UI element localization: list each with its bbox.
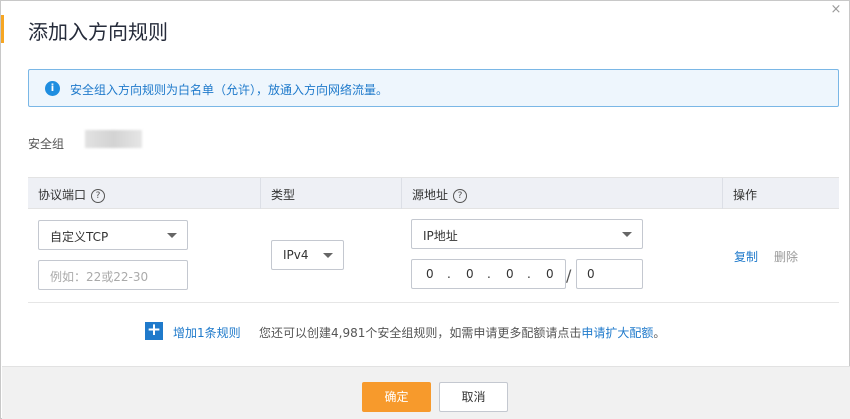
header-type: 类型 — [271, 188, 296, 202]
header-actions: 操作 — [733, 188, 758, 202]
ip-dot: . — [447, 267, 451, 281]
ok-button[interactable]: 确定 — [362, 382, 431, 412]
info-notice: i 安全组入方向规则为白名单（允许），放通入方向网络流量。 — [28, 69, 839, 107]
chevron-down-icon — [323, 253, 333, 258]
cidr-slash: / — [566, 266, 572, 285]
quota-tip: 您还可以创建4,981个安全组规则，如需申请更多配额请点击申请扩大配额。 — [259, 324, 665, 341]
source-type-select[interactable]: IP地址 — [411, 219, 643, 249]
security-group-label: 安全组 — [28, 137, 65, 151]
ip-address-input[interactable]: 0 . 0 . 0 . 0 — [411, 259, 566, 289]
close-icon[interactable]: × — [829, 3, 843, 17]
ip-octet-1[interactable]: 0 — [426, 267, 434, 281]
header-source-label: 源地址 — [412, 188, 449, 202]
info-icon: i — [45, 81, 60, 96]
request-quota-link[interactable]: 申请扩大配额 — [581, 326, 653, 340]
title-accent-bar — [1, 15, 4, 43]
ip-dot: . — [527, 267, 531, 281]
column-separator — [260, 178, 261, 209]
quota-tip-end: 。 — [653, 326, 666, 340]
rule-table-header: 协议端口? 类型 源地址? 操作 — [28, 177, 839, 209]
header-protocol-port: 协议端口? — [38, 186, 106, 203]
help-icon[interactable]: ? — [453, 188, 468, 203]
header-protocol-port-label: 协议端口 — [38, 188, 87, 202]
port-input-placeholder: 例如：22或22-30 — [50, 270, 149, 284]
table-row-divider — [28, 302, 839, 303]
add-icon[interactable]: + — [145, 322, 163, 340]
add-inbound-rule-dialog: 添加入方向规则 × i 安全组入方向规则为白名单（允许），放通入方向网络流量。 … — [0, 0, 850, 419]
source-type-select-value: IP地址 — [423, 229, 458, 243]
ip-dot: . — [487, 267, 491, 281]
chevron-down-icon — [622, 232, 632, 237]
column-separator — [401, 178, 402, 209]
cancel-button[interactable]: 取消 — [439, 382, 508, 412]
add-rule-link[interactable]: 增加1条规则 — [173, 324, 241, 341]
help-icon[interactable]: ? — [91, 188, 106, 203]
ip-type-select[interactable]: IPv4 — [271, 240, 344, 270]
mask-input-value: 0 — [587, 267, 595, 281]
info-notice-text: 安全组入方向规则为白名单（允许），放通入方向网络流量。 — [70, 83, 389, 97]
copy-rule-link[interactable]: 复制 — [734, 248, 758, 265]
ip-octet-3[interactable]: 0 — [506, 267, 514, 281]
header-source: 源地址? — [412, 186, 468, 203]
chevron-down-icon — [167, 233, 177, 238]
column-separator — [722, 178, 723, 209]
ip-octet-4[interactable]: 0 — [546, 267, 554, 281]
protocol-select[interactable]: 自定义TCP — [38, 220, 188, 250]
ip-octet-2[interactable]: 0 — [466, 267, 474, 281]
protocol-select-value: 自定义TCP — [50, 230, 109, 244]
ip-type-select-value: IPv4 — [283, 248, 309, 262]
dialog-title: 添加入方向规则 — [28, 20, 168, 44]
dialog-footer: 确定 取消 — [2, 366, 850, 419]
quota-tip-text: 您还可以创建4,981个安全组规则，如需申请更多配额请点击 — [259, 326, 582, 340]
port-input[interactable]: 例如：22或22-30 — [38, 260, 188, 290]
delete-rule-link[interactable]: 删除 — [774, 248, 798, 265]
mask-input[interactable]: 0 — [576, 259, 643, 289]
security-group-value-redacted — [85, 130, 142, 148]
